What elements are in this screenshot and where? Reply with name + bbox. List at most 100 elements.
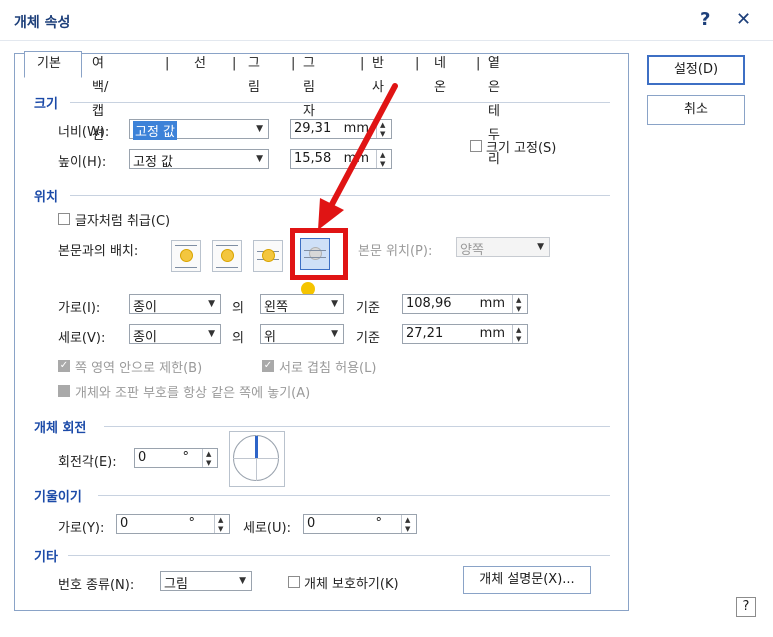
horizontal-spinner[interactable]: ▲ ▼ bbox=[512, 295, 527, 313]
limit-to-page-checkbox[interactable]: ✓ bbox=[58, 360, 70, 372]
same-page-label: 개체와 조판 부호를 항상 같은 쪽에 놓기(A) bbox=[75, 386, 311, 401]
spin-up-icon[interactable]: ▲ bbox=[206, 450, 211, 458]
cancel-button[interactable]: 취소 bbox=[647, 95, 745, 125]
text-position-select[interactable]: 양쪽 ▼ bbox=[456, 237, 550, 258]
spin-down-icon[interactable]: ▼ bbox=[516, 305, 521, 313]
tab-soft-edge[interactable]: 옅은 테두리 bbox=[488, 52, 500, 167]
spin-up-icon[interactable]: ▲ bbox=[218, 516, 223, 524]
square-wrap-icon[interactable] bbox=[171, 240, 201, 272]
vertical-ref-select[interactable]: 종이 ▼ bbox=[129, 324, 221, 345]
vertical-label: 세로(V): bbox=[58, 331, 106, 346]
section-other-title: 기타 bbox=[34, 550, 58, 565]
tab-neon[interactable]: 네온 bbox=[434, 52, 446, 95]
title-bar bbox=[0, 0, 773, 41]
size-lock-label: 크기 고정(S) bbox=[486, 141, 557, 156]
protect-object-checkbox[interactable] bbox=[288, 576, 300, 588]
chevron-down-icon: ▼ bbox=[208, 329, 215, 339]
text-position-label: 본문 위치(P): bbox=[358, 244, 433, 259]
height-label: 높이(H): bbox=[58, 155, 107, 170]
height-mode-value: 고정 값 bbox=[133, 155, 174, 170]
vertical-offset-value: 27,21 bbox=[406, 326, 444, 341]
behind-text-icon[interactable] bbox=[253, 240, 283, 272]
chevron-down-icon: ▼ bbox=[208, 299, 215, 309]
spin-down-icon[interactable]: ▼ bbox=[516, 335, 521, 343]
limit-to-page-label: 쪽 영역 안으로 제한(B) bbox=[75, 361, 203, 376]
rotation-angle-unit: ° bbox=[182, 450, 190, 465]
dialog-title: 개체 속성 bbox=[14, 15, 71, 31]
chevron-down-icon: ▼ bbox=[537, 242, 544, 252]
same-page-checkbox[interactable] bbox=[58, 385, 70, 397]
close-button[interactable]: ✕ bbox=[736, 9, 751, 30]
vertical-spinner[interactable]: ▲ ▼ bbox=[512, 325, 527, 343]
base-label: 기준 bbox=[356, 331, 380, 346]
vertical-offset-field[interactable]: 27,21 mm ▲ ▼ bbox=[402, 324, 528, 344]
horizontal-align-value: 왼쪽 bbox=[264, 300, 288, 315]
skew-vertical-field[interactable]: 0 ° ▲ ▼ bbox=[303, 514, 417, 534]
chevron-down-icon: ▼ bbox=[256, 124, 263, 134]
vertical-offset-unit: mm bbox=[479, 326, 505, 341]
dial-needle-icon bbox=[255, 436, 258, 458]
tab-reflection[interactable]: 반사 bbox=[372, 52, 384, 95]
rotation-angle-label: 회전각(E): bbox=[58, 455, 117, 470]
protect-object-label: 개체 보호하기(K) bbox=[304, 577, 399, 592]
rotation-dial[interactable] bbox=[229, 431, 285, 487]
ok-button[interactable]: 설정(D) bbox=[647, 55, 745, 85]
skew-horizontal-spinner[interactable]: ▲ ▼ bbox=[214, 515, 229, 533]
spin-up-icon[interactable]: ▲ bbox=[405, 516, 410, 524]
rotation-spinner[interactable]: ▲ ▼ bbox=[202, 449, 217, 467]
skew-vertical-spinner[interactable]: ▲ ▼ bbox=[401, 515, 416, 533]
width-label: 너비(W): bbox=[58, 125, 110, 140]
tab-divider: | bbox=[360, 56, 365, 71]
section-rotation-title: 개체 회전 bbox=[34, 421, 87, 436]
spin-up-icon[interactable]: ▲ bbox=[516, 296, 521, 304]
number-type-label: 번호 종류(N): bbox=[58, 578, 135, 593]
section-divider bbox=[104, 426, 610, 427]
rotation-angle-field[interactable]: 0 ° ▲ ▼ bbox=[134, 448, 218, 468]
height-mode-select[interactable]: 고정 값 ▼ bbox=[129, 149, 269, 170]
tab-picture[interactable]: 그림 bbox=[248, 52, 260, 95]
allow-overlap-label: 서로 겹침 허용(L) bbox=[279, 361, 377, 376]
tab-line[interactable]: 선 bbox=[194, 52, 206, 76]
size-lock-checkbox[interactable] bbox=[470, 140, 482, 152]
section-size-title: 크기 bbox=[34, 97, 58, 112]
skew-horizontal-unit: ° bbox=[188, 516, 196, 531]
tab-divider: | bbox=[415, 56, 420, 71]
chevron-down-icon: ▼ bbox=[256, 154, 263, 164]
spin-down-icon[interactable]: ▼ bbox=[206, 459, 211, 467]
spin-down-icon[interactable]: ▼ bbox=[405, 525, 410, 533]
horizontal-label: 가로(I): bbox=[58, 301, 101, 316]
wrap-label: 본문과의 배치: bbox=[58, 244, 139, 259]
allow-overlap-checkbox[interactable]: ✓ bbox=[262, 360, 274, 372]
tab-divider: | bbox=[291, 56, 296, 71]
section-position-title: 위치 bbox=[34, 190, 58, 205]
vertical-ref-value: 종이 bbox=[133, 330, 157, 345]
object-description-button[interactable]: 개체 설명문(X)... bbox=[463, 566, 591, 594]
horizontal-offset-unit: mm bbox=[479, 296, 505, 311]
chevron-down-icon: ▼ bbox=[331, 329, 338, 339]
skew-horizontal-value: 0 bbox=[120, 516, 129, 531]
horizontal-offset-field[interactable]: 108,96 mm ▲ ▼ bbox=[402, 294, 528, 314]
tab-basic[interactable]: 기본 bbox=[24, 51, 82, 78]
tab-divider: | bbox=[165, 56, 170, 71]
tab-margin-caption[interactable]: 여백/캡션 bbox=[92, 52, 108, 143]
spin-down-icon[interactable]: ▼ bbox=[218, 525, 223, 533]
help-button[interactable]: ? bbox=[700, 9, 710, 30]
of-label: 의 bbox=[232, 331, 244, 346]
horizontal-align-select[interactable]: 왼쪽 ▼ bbox=[260, 294, 344, 315]
top-bottom-wrap-icon[interactable] bbox=[212, 240, 242, 272]
horizontal-ref-value: 종이 bbox=[133, 300, 157, 315]
chevron-down-icon: ▼ bbox=[331, 299, 338, 309]
rotation-angle-value: 0 bbox=[138, 450, 147, 465]
horizontal-ref-select[interactable]: 종이 ▼ bbox=[129, 294, 221, 315]
spin-up-icon[interactable]: ▲ bbox=[516, 326, 521, 334]
vertical-align-select[interactable]: 위 ▼ bbox=[260, 324, 344, 345]
skew-horizontal-field[interactable]: 0 ° ▲ ▼ bbox=[116, 514, 230, 534]
width-mode-select[interactable]: 고정 값 ▼ bbox=[129, 119, 269, 140]
context-help-icon[interactable]: ? bbox=[736, 597, 756, 617]
number-type-select[interactable]: 그림 ▼ bbox=[160, 571, 252, 592]
chevron-down-icon: ▼ bbox=[239, 576, 246, 586]
skew-horizontal-label: 가로(Y): bbox=[58, 521, 105, 536]
text-position-value: 양쪽 bbox=[460, 243, 484, 258]
tab-shadow[interactable]: 그림자 bbox=[303, 52, 315, 119]
treat-as-char-checkbox[interactable] bbox=[58, 213, 70, 225]
